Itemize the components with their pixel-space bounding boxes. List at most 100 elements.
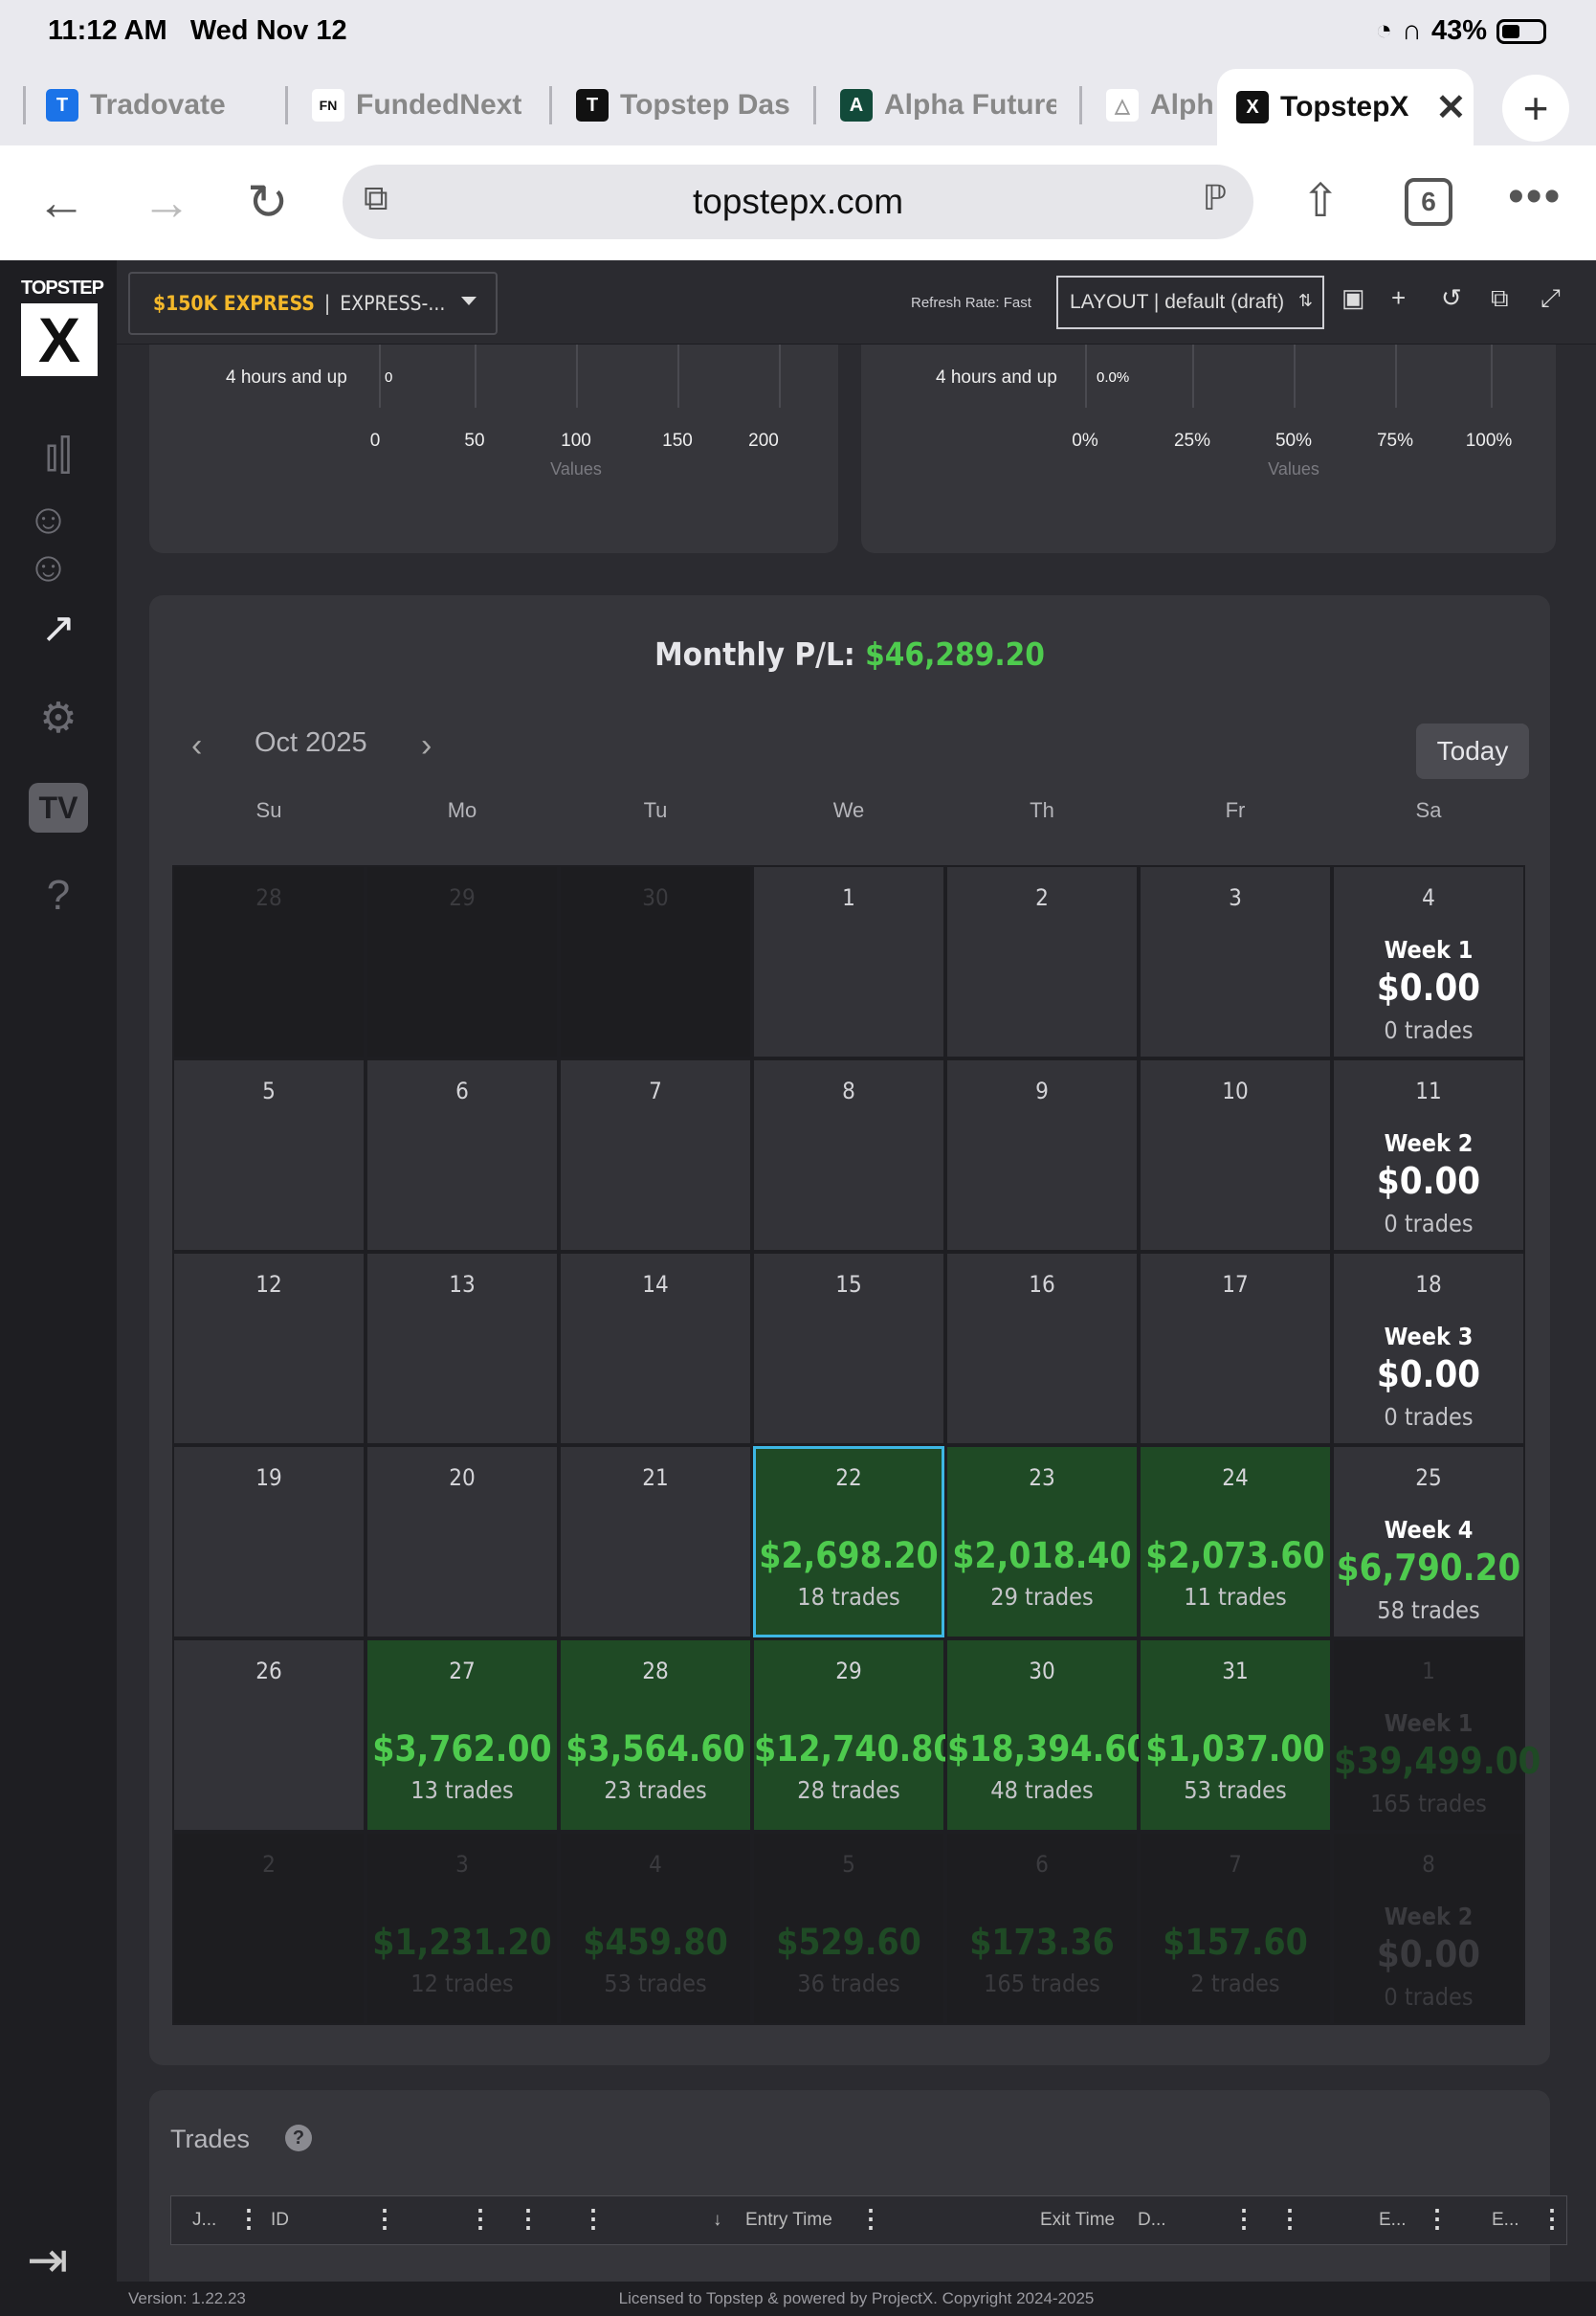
week-summary-cell[interactable]: 25 Week 4 $6,790.20 58 trades (1332, 1445, 1525, 1638)
calendar-day[interactable]: 3 $1,231.20 12 trades (366, 1832, 559, 2025)
gear-icon[interactable]: ⚙ (27, 691, 90, 745)
calendar-day[interactable]: 2 (172, 1832, 366, 2025)
save-icon[interactable]: ▣ (1341, 283, 1365, 313)
browser-tab-alpha-futures[interactable]: A Alpha Future (840, 78, 1056, 132)
microphone-icon[interactable]: ℙ (1203, 178, 1227, 218)
calendar-day[interactable]: 26 (172, 1638, 366, 1832)
users-icon[interactable]: ☺☺ (27, 496, 90, 590)
calendar-day[interactable]: 14 (559, 1252, 752, 1445)
week-summary-cell[interactable]: 11 Week 2 $0.00 0 trades (1332, 1058, 1525, 1252)
column-header-entry-time[interactable]: Entry Time (745, 2210, 832, 2231)
calendar-day[interactable]: 4 $459.80 53 trades (559, 1832, 752, 2025)
calendar-day[interactable]: 8 (752, 1058, 945, 1252)
column-header[interactable]: J... (192, 2210, 216, 2231)
undo-icon[interactable]: ↺ (1441, 283, 1462, 313)
column-menu-icon[interactable]: ⋮ (516, 2204, 541, 2234)
share-icon[interactable]: ⇧ (1301, 174, 1340, 228)
calendar-grid: 28 29 30 1 2 3 4 Week 1 $0.00 0 trades 5 6 7 8 9 10 11 We… (172, 865, 1541, 2025)
calendar-day[interactable]: 6 $173.36 165 trades (945, 1832, 1139, 2025)
browser-tab-topstepx[interactable]: X TopstepX ✕ (1217, 69, 1474, 145)
calendar-day[interactable]: 3 (1139, 865, 1332, 1058)
close-tab-icon[interactable]: ✕ (1435, 86, 1466, 129)
new-tab-button[interactable]: + (1502, 75, 1569, 142)
calendar-day[interactable]: 12 (172, 1252, 366, 1445)
lens-icon[interactable]: ⧉ (364, 178, 388, 219)
calendar-day[interactable]: 30 $18,394.60 48 trades (945, 1638, 1149, 1832)
column-header-id[interactable]: ID (271, 2210, 289, 2231)
calendar-day[interactable]: 7 $157.60 2 trades (1139, 1832, 1332, 2025)
column-header[interactable]: E... (1379, 2210, 1407, 2231)
x-axis-title: Values (1268, 459, 1319, 479)
calendar-day[interactable]: 19 (172, 1445, 366, 1638)
calendar-day[interactable]: 27 $3,762.00 13 trades (366, 1638, 559, 1832)
column-menu-icon[interactable]: ⋮ (858, 2204, 883, 2234)
column-header[interactable]: D... (1138, 2210, 1166, 2231)
calendar-day[interactable]: 6 (366, 1058, 559, 1252)
tab-count-button[interactable]: 6 (1405, 178, 1452, 226)
week-summary-cell[interactable]: 1 Week 1 $39,499.00 165 trades (1332, 1638, 1541, 1832)
tradingview-icon[interactable]: TV (29, 783, 88, 833)
calendar-day[interactable]: 2 (945, 865, 1139, 1058)
calendar-day[interactable]: 16 (945, 1252, 1139, 1445)
day-trade-count: 53 trades (1184, 1776, 1287, 1804)
calendar-day[interactable]: 21 (559, 1445, 752, 1638)
calendar-day[interactable]: 13 (366, 1252, 559, 1445)
calendar-day[interactable]: 17 (1139, 1252, 1332, 1445)
account-selector[interactable]: $150K EXPRESS | EXPRESS-... (128, 272, 498, 335)
tab-separator (285, 86, 288, 124)
column-menu-icon[interactable]: ⋮ (1231, 2204, 1256, 2234)
browser-tab-fundednext[interactable]: FN FundedNext (312, 78, 530, 132)
column-menu-icon[interactable]: ⋮ (1277, 2204, 1302, 2234)
forward-arrow-icon[interactable]: → (142, 174, 191, 232)
column-menu-icon[interactable]: ⋮ (468, 2204, 493, 2234)
reload-icon[interactable]: ↻ (247, 174, 289, 232)
today-button[interactable]: Today (1416, 724, 1529, 779)
address-bar[interactable]: ⧉ topstepx.com ℙ (343, 165, 1253, 239)
week-summary-cell[interactable]: 18 Week 3 $0.00 0 trades (1332, 1252, 1525, 1445)
next-month-icon[interactable]: › (421, 727, 432, 765)
browser-tab-alpha[interactable]: △ Alph (1106, 78, 1217, 132)
calendar-day[interactable]: 20 (366, 1445, 559, 1638)
more-options-icon[interactable]: ••• (1508, 170, 1562, 223)
calendar-day[interactable]: 23 $2,018.40 29 trades (945, 1445, 1139, 1638)
column-menu-icon[interactable]: ⋮ (581, 2204, 606, 2234)
analytics-icon[interactable]: ↗ (27, 601, 90, 655)
add-icon[interactable]: + (1391, 283, 1406, 313)
windows-icon[interactable]: ⧉ (1491, 283, 1509, 314)
layout-select[interactable]: LAYOUT | default (draft) ⇅ (1056, 276, 1324, 329)
calendar-day[interactable]: 10 (1139, 1058, 1332, 1252)
calendar-day[interactable]: 29 (366, 865, 559, 1058)
calendar-day[interactable]: 5 (172, 1058, 366, 1252)
calendar-day[interactable]: 22 $2,698.20 18 trades (752, 1445, 945, 1638)
sort-down-icon[interactable]: ↓ (713, 2210, 722, 2231)
calendar-day[interactable]: 24 $2,073.60 11 trades (1139, 1445, 1332, 1638)
browser-tab-topstep-dashboard[interactable]: T Topstep Das (576, 78, 794, 132)
expand-icon[interactable]: ⤢ (1541, 283, 1561, 314)
calendar-day[interactable]: 30 (559, 865, 752, 1058)
help-icon[interactable]: ? (27, 869, 90, 923)
column-menu-icon[interactable]: ⋮ (1425, 2204, 1450, 2234)
back-arrow-icon[interactable]: ← (36, 174, 86, 232)
help-icon[interactable]: ? (285, 2125, 312, 2151)
column-menu-icon[interactable]: ⋮ (372, 2204, 397, 2234)
column-menu-icon[interactable]: ⋮ (236, 2204, 261, 2234)
prev-month-icon[interactable]: ‹ (191, 727, 202, 765)
week-summary-cell[interactable]: 4 Week 1 $0.00 0 trades (1332, 865, 1525, 1058)
browser-tab-tradovate[interactable]: T Tradovate (46, 78, 276, 132)
calendar-day[interactable]: 7 (559, 1058, 752, 1252)
column-header[interactable]: E... (1492, 2210, 1519, 2231)
calendar-day[interactable]: 5 $529.60 36 trades (752, 1832, 945, 2025)
calendar-day[interactable]: 29 $12,740.80 28 trades (752, 1638, 956, 1832)
column-header-exit-time[interactable]: Exit Time (1040, 2210, 1115, 2231)
alpha-icon: △ (1106, 89, 1139, 122)
logout-icon[interactable]: ⇥ (27, 2232, 69, 2289)
calendar-day[interactable]: 9 (945, 1058, 1139, 1252)
calendar-day[interactable]: 1 (752, 865, 945, 1058)
calendar-day[interactable]: 28 $3,564.60 23 trades (559, 1638, 752, 1832)
week-summary-cell[interactable]: 8 Week 2 $0.00 0 trades (1332, 1832, 1525, 2025)
calendar-day[interactable]: 31 $1,037.00 53 trades (1139, 1638, 1332, 1832)
calendar-day[interactable]: 28 (172, 865, 366, 1058)
candlestick-chart-icon[interactable]: ⫾⫿ (27, 429, 90, 482)
calendar-day[interactable]: 15 (752, 1252, 945, 1445)
column-menu-icon[interactable]: ⋮ (1540, 2204, 1564, 2234)
